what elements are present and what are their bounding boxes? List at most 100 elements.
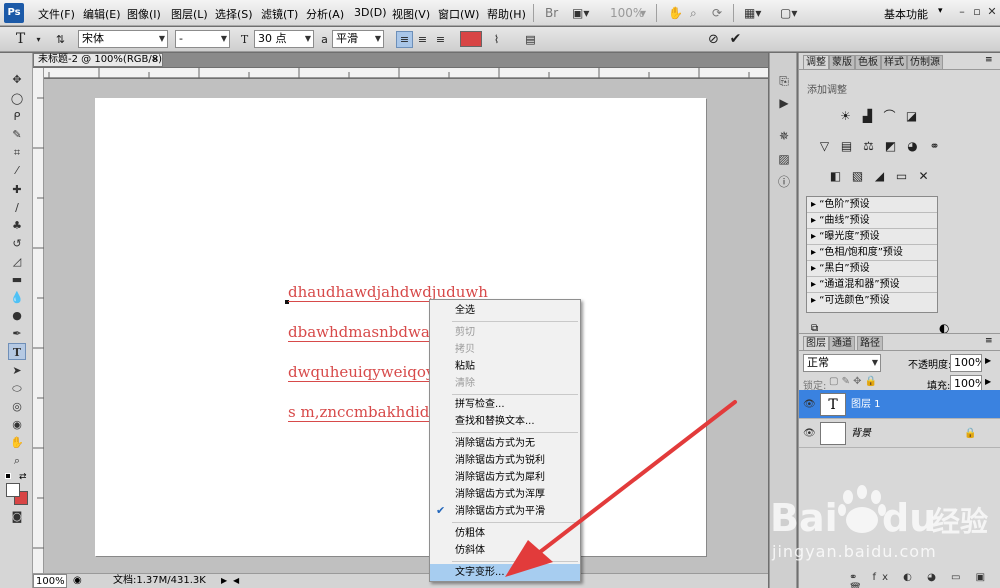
panel-menu-icon[interactable]: ≡ <box>985 55 993 65</box>
zoom-field[interactable]: 100% <box>33 574 67 588</box>
list-item[interactable]: ▸ “可选颜色”预设 <box>807 293 937 309</box>
list-item[interactable]: ▸ “黑白”预设 <box>807 261 937 277</box>
blur-tool-icon[interactable]: 💧 <box>8 289 26 306</box>
history-brush-tool-icon[interactable]: ↺ <box>8 235 26 252</box>
move-tool-icon[interactable]: ✥ <box>8 71 26 88</box>
navigator-panel-icon[interactable]: ✵ <box>776 128 792 144</box>
blend-mode-select[interactable]: 正常 ▼ <box>803 354 881 372</box>
zoom-tool-icon[interactable]: ⌕ <box>8 452 26 469</box>
tab-paths[interactable]: 路径 <box>857 336 883 350</box>
curves-icon[interactable]: ⌒ <box>881 108 898 124</box>
menu-image[interactable]: 图像(I) <box>127 6 161 22</box>
layer-name[interactable]: 图层 1 <box>851 390 881 419</box>
menu-item-aa-smooth[interactable]: 消除锯齿方式为平滑 <box>430 503 580 520</box>
histogram-panel-icon[interactable]: ▨ <box>776 151 792 167</box>
levels-icon[interactable]: ▟ <box>859 108 876 124</box>
list-item[interactable]: ▸ “通道混和器”预设 <box>807 277 937 293</box>
text-color-swatch[interactable] <box>460 31 482 47</box>
menu-3d[interactable]: 3D(D) <box>354 6 387 19</box>
tab-swatches[interactable]: 色板 <box>855 55 881 69</box>
threshold-icon[interactable]: ◢ <box>871 168 888 184</box>
type-tool-preset-icon[interactable]: T <box>12 31 29 48</box>
eyedropper-tool-icon[interactable]: ⁄ <box>8 162 26 179</box>
arrange-icon[interactable]: ▦▾ <box>744 5 761 21</box>
menu-item-find-replace[interactable]: 查找和替换文本... <box>430 413 580 430</box>
tab-masks[interactable]: 蒙版 <box>829 55 855 69</box>
list-item[interactable]: ▸ “色阶”预设 <box>807 197 937 213</box>
menu-file[interactable]: 文件(F) <box>38 6 75 22</box>
opacity-slider-icon[interactable]: ▶ <box>985 356 991 365</box>
align-center-button[interactable]: ≡ <box>414 31 431 48</box>
brush-tool-icon[interactable]: ∕ <box>8 199 26 216</box>
tab-clone-source[interactable]: 仿制源 <box>907 55 943 69</box>
text-line[interactable]: s m,znccmbakhdid <box>288 404 430 422</box>
channel-mixer-icon[interactable]: ⚭ <box>926 138 943 154</box>
dropdown-icon[interactable]: ▾ <box>640 5 646 21</box>
vibrance-icon[interactable]: ▽ <box>816 138 833 154</box>
menu-item-faux-italic[interactable]: 仿斜体 <box>430 542 580 559</box>
tab-styles[interactable]: 样式 <box>881 55 907 69</box>
eraser-tool-icon[interactable]: ◿ <box>8 253 26 270</box>
panel-menu-icon[interactable]: ≡ <box>985 336 993 346</box>
foreground-color-swatch[interactable] <box>6 483 20 497</box>
lasso-tool-icon[interactable]: ᑭ <box>8 108 26 125</box>
fill-slider-icon[interactable]: ▶ <box>985 377 991 386</box>
list-item[interactable]: ▸ “曝光度”预设 <box>807 229 937 245</box>
healing-brush-tool-icon[interactable]: ✚ <box>8 181 26 198</box>
color-balance-icon[interactable]: ⚖ <box>860 138 877 154</box>
document-tab[interactable]: 未标题-2 @ 100%(RGB/8) ✕ <box>33 53 163 67</box>
layer-actions-icons[interactable]: ⚭ fx ◐ ◕ ▭ ▣ 🗑 <box>849 572 1000 588</box>
font-style-select[interactable]: - ▼ <box>175 30 230 48</box>
menu-item-cut[interactable]: 剪切 <box>430 324 580 341</box>
layer-name[interactable]: 背景 <box>851 419 871 448</box>
swap-colors-icon[interactable]: ⇄ <box>19 472 27 482</box>
posterize-icon[interactable]: ▧ <box>849 168 866 184</box>
black-white-icon[interactable]: ◩ <box>882 138 899 154</box>
list-item[interactable]: ▸ “曲线”预设 <box>807 213 937 229</box>
align-left-button[interactable]: ≡ <box>396 31 413 48</box>
photo-filter-icon[interactable]: ◕ <box>904 138 921 154</box>
character-panel-button[interactable]: ▤ <box>522 31 539 48</box>
frame-icon[interactable]: ▣▾ <box>572 5 589 21</box>
menu-edit[interactable]: 编辑(E) <box>83 6 121 22</box>
gradient-tool-icon[interactable]: ▬ <box>8 271 26 288</box>
tab-layers[interactable]: 图层 <box>803 336 829 350</box>
selective-color-icon[interactable]: ✕ <box>915 168 932 184</box>
crop-tool-icon[interactable]: ⌗ <box>8 144 26 161</box>
actions-panel-icon[interactable]: ▶ <box>776 95 792 111</box>
tab-channels[interactable]: 通道 <box>829 336 855 350</box>
preset-dropdown-icon[interactable]: ▾ <box>30 31 47 48</box>
hue-saturation-icon[interactable]: ▤ <box>838 138 855 154</box>
align-right-button[interactable]: ≡ <box>432 31 449 48</box>
clone-stamp-tool-icon[interactable]: ♣ <box>8 217 26 234</box>
menu-item-aa-none[interactable]: 消除锯齿方式为无 <box>430 435 580 452</box>
menu-item-warp-text[interactable]: 文字变形... <box>430 564 580 581</box>
text-line[interactable]: dbawhdmasnbdwabr <box>288 324 447 342</box>
list-item[interactable]: ▸ “色相/饱和度”预设 <box>807 245 937 261</box>
3d-orbit-tool-icon[interactable]: ◉ <box>8 416 26 433</box>
font-family-select[interactable]: 宋体 ▼ <box>78 30 168 48</box>
cancel-edit-icon[interactable]: ⊘ <box>705 31 722 48</box>
menu-view[interactable]: 视图(V) <box>392 6 430 22</box>
close-button[interactable]: ✕ <box>985 5 999 19</box>
menu-item-paste[interactable]: 粘贴 <box>430 358 580 375</box>
restore-button[interactable]: ▫ <box>970 5 984 19</box>
tab-adjustments[interactable]: 调整 <box>803 55 829 69</box>
br-icon[interactable]: Br <box>545 5 558 21</box>
opacity-field[interactable]: 100% <box>950 354 982 372</box>
gradient-map-icon[interactable]: ▭ <box>893 168 910 184</box>
history-panel-icon[interactable]: ⎘ <box>776 73 792 89</box>
quick-mask-icon[interactable]: ◙ <box>8 508 26 525</box>
eye-icon[interactable]: 👁 <box>803 390 816 419</box>
dodge-tool-icon[interactable]: ● <box>8 307 26 324</box>
exposure-icon[interactable]: ◪ <box>903 108 920 124</box>
minimize-button[interactable]: – <box>955 5 969 19</box>
status-menu-icon[interactable]: ▶ <box>221 574 227 588</box>
text-line[interactable]: dwquheuiqyweiqoy <box>288 364 435 382</box>
type-tool-icon[interactable]: T <box>8 343 26 360</box>
antialias-select[interactable]: 平滑 ▼ <box>332 30 384 48</box>
font-size-select[interactable]: 30 点 ▼ <box>254 30 314 48</box>
menu-item-copy[interactable]: 拷贝 <box>430 341 580 358</box>
path-select-tool-icon[interactable]: ➤ <box>8 362 26 379</box>
brightness-icon[interactable]: ☀ <box>837 108 854 124</box>
